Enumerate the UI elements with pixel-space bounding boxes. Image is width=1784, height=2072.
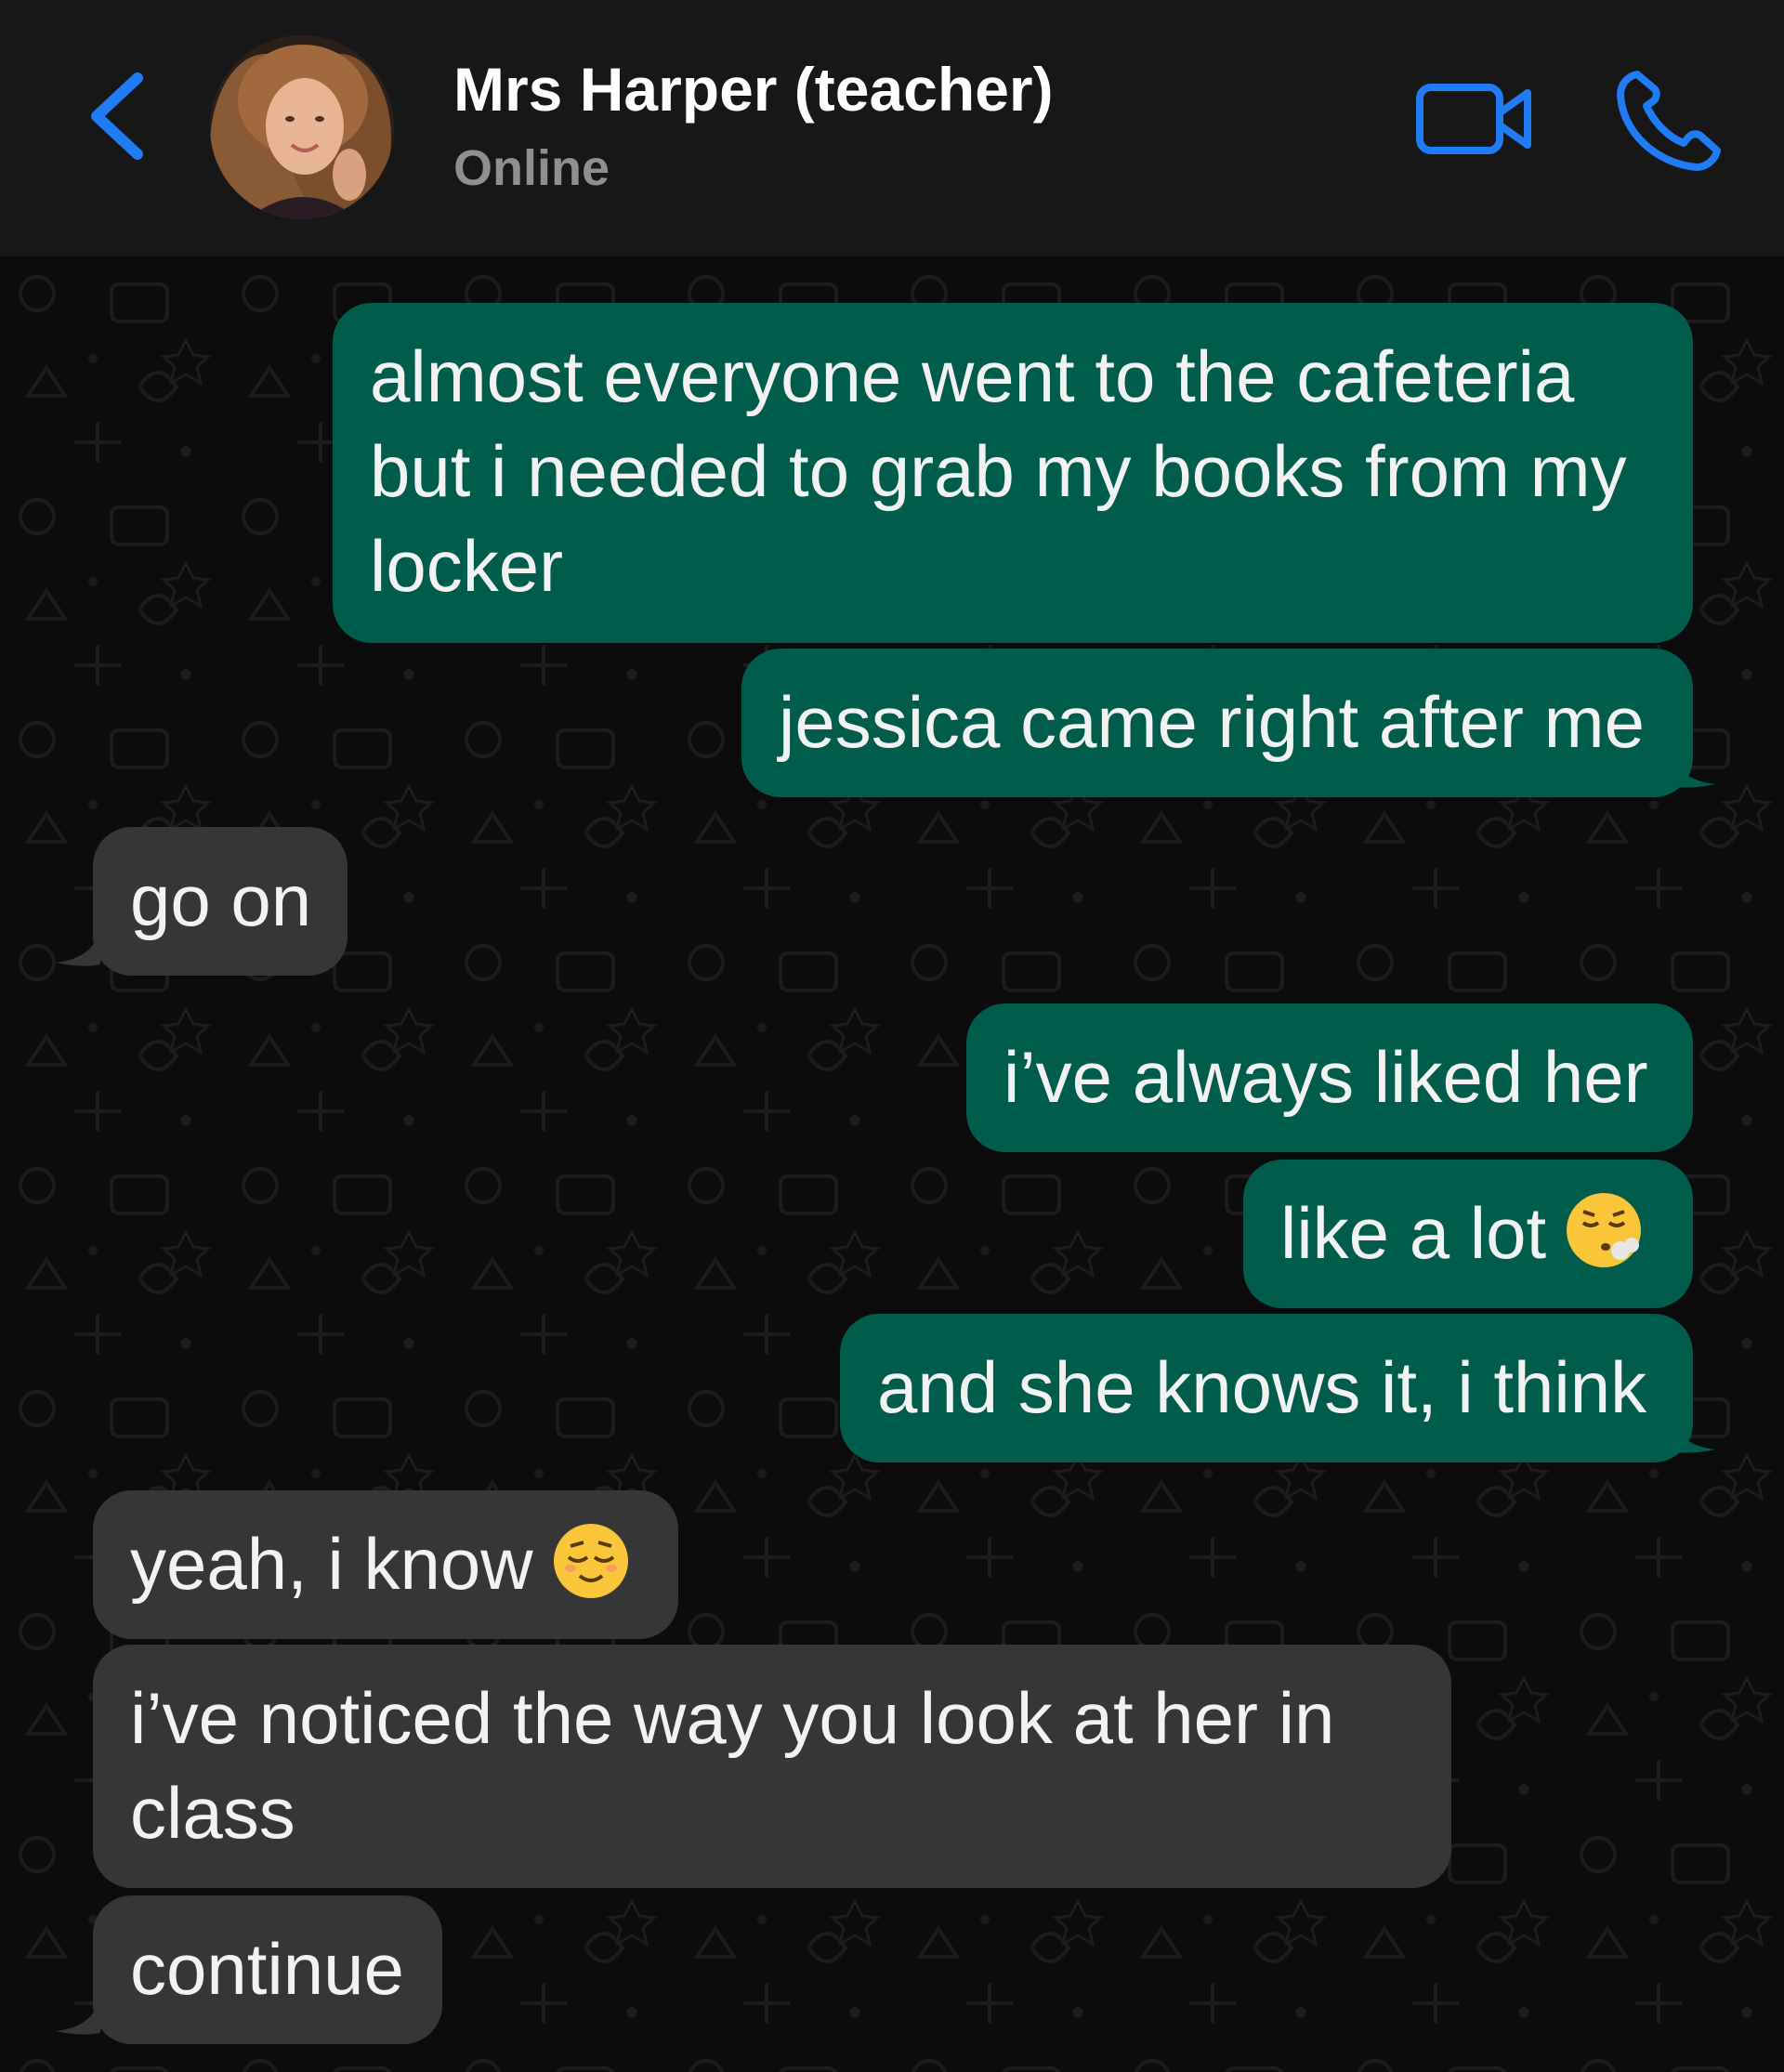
- phone-icon[interactable]: [1609, 67, 1725, 175]
- message-bubble-outgoing[interactable]: and she knows it, i think: [840, 1314, 1693, 1462]
- message-bubble-incoming[interactable]: go on: [93, 827, 348, 976]
- chevron-left-icon[interactable]: [80, 65, 164, 167]
- message-text: and she knows it, i think: [877, 1346, 1647, 1428]
- message-bubble-outgoing[interactable]: i’ve always liked her: [966, 1003, 1693, 1152]
- message-bubble-incoming[interactable]: continue: [93, 1895, 442, 2044]
- message-text: jessica came right after me: [779, 681, 1646, 763]
- message-bubble-outgoing[interactable]: jessica came right after me: [741, 649, 1693, 797]
- bubble-tail: [56, 931, 100, 966]
- face-exhaling-emoji: [1567, 1193, 1642, 1267]
- message-text: continue: [130, 1928, 404, 2010]
- bubble-tail: [1671, 1418, 1715, 1453]
- message-bubble-outgoing[interactable]: like a lot: [1243, 1160, 1693, 1308]
- message-bubble-incoming[interactable]: yeah, i know: [93, 1490, 678, 1639]
- message-line: almost everyone went to the cafeteria: [370, 335, 1575, 417]
- contact-status: Online: [453, 140, 610, 196]
- message-bubble-incoming[interactable]: i’ve noticed the way you look at her in …: [93, 1645, 1451, 1888]
- message-text: i’ve always liked her: [1004, 1036, 1648, 1118]
- video-camera-icon[interactable]: [1412, 72, 1537, 165]
- message-line: i’ve noticed the way you look at her in: [130, 1677, 1335, 1759]
- message-line: class: [130, 1772, 295, 1854]
- bubble-tail: [1671, 753, 1715, 788]
- chat-header: Mrs Harper (teacher) Online: [0, 0, 1784, 256]
- chat-area: almost everyone went to the cafeteria bu…: [0, 256, 1784, 2072]
- contact-name[interactable]: Mrs Harper (teacher): [453, 54, 1054, 125]
- avatar[interactable]: [210, 35, 394, 219]
- message-line: but i needed to grab my books from my: [370, 430, 1627, 512]
- bubble-tail: [56, 2000, 100, 2035]
- message-line: locker: [370, 525, 564, 607]
- message-text: yeah, i know: [130, 1523, 533, 1605]
- message-text: like a lot: [1280, 1192, 1547, 1274]
- chat-screen: Mrs Harper (teacher) Online almost every…: [0, 0, 1784, 2072]
- message-text: go on: [130, 859, 312, 941]
- message-bubble-outgoing[interactable]: almost everyone went to the cafeteria bu…: [333, 303, 1693, 643]
- relieved-face-emoji: [553, 1524, 628, 1598]
